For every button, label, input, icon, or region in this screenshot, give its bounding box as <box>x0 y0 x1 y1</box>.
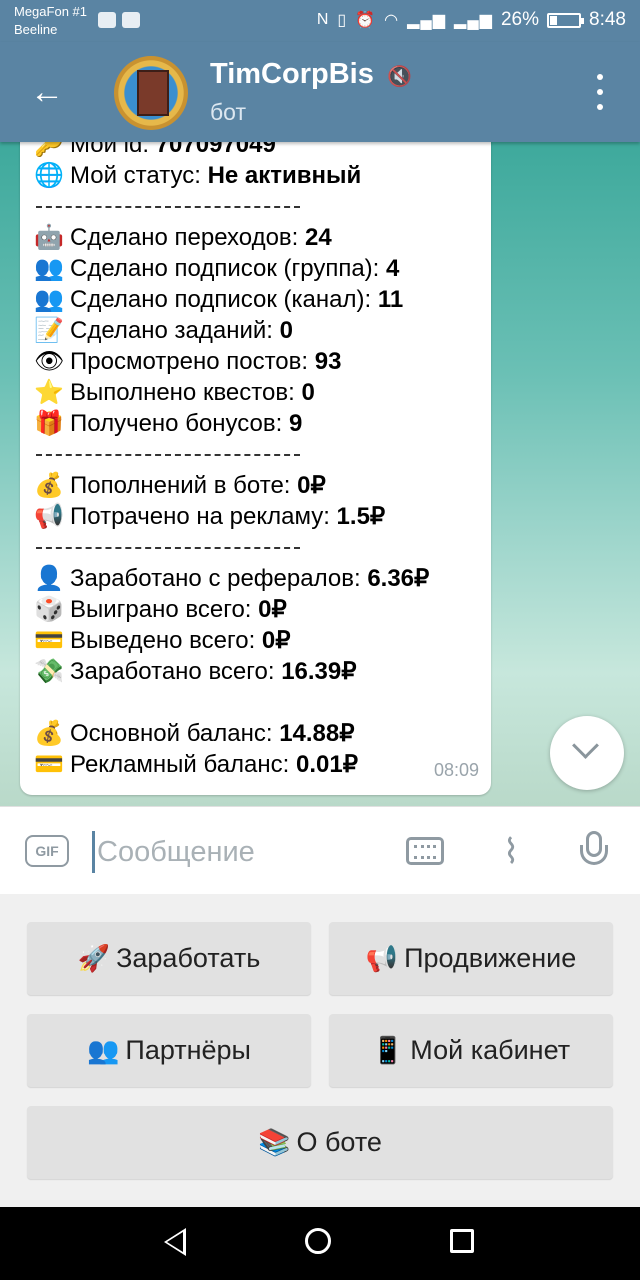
money-wings-icon: 💸 <box>34 658 64 685</box>
message-bubble[interactable]: 🔑 Мой id: 707097049 🌐 Мой статус: Не актив… <box>20 142 491 795</box>
chat-title[interactable]: TimCorpBis <box>210 58 374 91</box>
system-indicators: N ▯ ⏰ ◠ ▂▄▆ ▂▄▆ 26% 8:48 <box>317 9 626 31</box>
bot-keyboard: 🚀 Заработать 📢 Продвижение 👥 Партнёры 📱 … <box>0 894 640 1207</box>
signal-icon-2: ▂▄▆ <box>454 12 493 29</box>
megaphone-icon: 📢 <box>34 503 64 530</box>
promotion-button[interactable]: 📢 Продвижение <box>329 922 613 995</box>
memo-icon: 📝 <box>34 317 64 344</box>
money-bag-icon: 💰 <box>34 472 64 499</box>
separator <box>36 547 300 549</box>
message-input[interactable] <box>92 831 389 873</box>
clock: 8:48 <box>589 9 626 30</box>
nav-recents-icon[interactable] <box>450 1229 474 1253</box>
about-bot-button[interactable]: 📚 О боте <box>27 1106 613 1179</box>
people-icon: 👥 <box>34 255 64 282</box>
my-cabinet-button[interactable]: 📱 Мой кабинет <box>329 1014 613 1087</box>
phone-icon: 📱 <box>371 1035 405 1065</box>
keyboard-icon[interactable] <box>406 837 444 865</box>
chat-subtitle: бот <box>210 99 246 125</box>
wifi-icon: ◠ <box>384 12 400 29</box>
status-bar: MegaFon #1 Beeline N ▯ ⏰ ◠ ▂▄▆ ▂▄▆ 26% 8… <box>0 0 640 42</box>
message-line: 🎲 Выиграно всего: 0₽ <box>34 596 287 623</box>
credit-card-icon: 💳 <box>34 751 64 778</box>
partners-button[interactable]: 👥 Партнёры <box>27 1014 311 1087</box>
rocket-icon: 🚀 <box>77 943 111 973</box>
message-line: 🤖 Сделано переходов: 24 <box>34 224 332 251</box>
message-line: 💳 Выведено всего: 0₽ <box>34 627 291 654</box>
megaphone-icon: 📢 <box>365 943 399 973</box>
nav-home-icon[interactable] <box>305 1228 331 1254</box>
person-icon: 👤 <box>34 565 64 592</box>
message-line: 🔑 Мой id: 707097049 <box>34 142 276 159</box>
vibrate-icon: ▯ <box>337 12 348 29</box>
building-icon <box>137 70 169 116</box>
notification-icons <box>98 12 140 28</box>
message-line: 👤 Заработано с рефералов: 6.36₽ <box>34 565 430 592</box>
message-line: 👁 Просмотрено постов: 93 <box>34 348 342 375</box>
attach-icon[interactable]: ⌇ <box>494 835 528 869</box>
shield-icon <box>122 12 140 28</box>
message-line: 💰 Основной баланс: 14.88₽ <box>34 720 355 747</box>
scroll-to-bottom-button[interactable] <box>550 716 624 790</box>
star-icon: ⭐ <box>34 379 64 406</box>
avatar[interactable] <box>114 56 188 130</box>
message-line: 💳 Рекламный баланс: 0.01₽ <box>34 751 358 778</box>
earn-button[interactable]: 🚀 Заработать <box>27 922 311 995</box>
activity-icon <box>98 12 116 28</box>
message-line: 💸 Заработано всего: 16.39₽ <box>34 658 357 685</box>
nfc-icon: N <box>316 11 330 28</box>
message-line: 📢 Потрачено на рекламу: 1.5₽ <box>34 503 386 530</box>
message-line: 🎁 Получено бонусов: 9 <box>34 410 303 437</box>
carrier-primary: MegaFon #1 <box>14 4 87 19</box>
separator <box>36 206 300 208</box>
message-line: ⭐ Выполнено квестов: 0 <box>34 379 315 406</box>
message-line: 📝 Сделано заданий: 0 <box>34 317 293 344</box>
credit-card-icon: 💳 <box>34 627 64 654</box>
message-line: 👥 Сделано подписок (канал): 11 <box>34 286 404 313</box>
battery-percent: 26% <box>500 9 540 30</box>
message-line: 👥 Сделано подписок (группа): 4 <box>34 255 400 282</box>
battery-icon <box>547 12 585 28</box>
carrier-secondary: Beeline <box>14 22 58 37</box>
more-options-icon[interactable] <box>590 74 610 110</box>
chevron-down-icon <box>572 732 599 759</box>
gift-icon: 🎁 <box>34 410 64 437</box>
microphone-icon[interactable] <box>580 831 608 877</box>
system-navigation-bar <box>0 1207 640 1280</box>
money-bag-icon: 💰 <box>34 720 64 747</box>
message-line: 💰 Пополнений в боте: 0₽ <box>34 472 326 499</box>
books-icon: 📚 <box>258 1127 291 1157</box>
muted-icon: 🔇 <box>387 66 412 88</box>
eye-icon: 👁 <box>34 348 65 375</box>
gif-button[interactable]: GIF <box>25 835 69 867</box>
chat-header: ← TimCorpBis 🔇 бот <box>0 42 640 142</box>
dice-icon: 🎲 <box>34 596 64 623</box>
people-icon: 👥 <box>34 286 64 313</box>
message-line: 🌐 Мой статус: Не активный <box>34 162 362 189</box>
message-composer: GIF ⌇ <box>0 806 640 895</box>
globe-icon: 🌐 <box>34 162 64 189</box>
robot-icon: 🤖 <box>34 224 64 251</box>
people-icon: 👥 <box>87 1035 120 1065</box>
separator <box>36 454 300 456</box>
nav-back-icon[interactable] <box>164 1228 186 1256</box>
chat-area[interactable]: 🔑 Мой id: 707097049 🌐 Мой статус: Не актив… <box>0 142 640 806</box>
back-arrow-icon[interactable]: ← <box>30 72 70 112</box>
alarm-icon: ⏰ <box>355 12 377 29</box>
key-icon: 🔑 <box>34 142 64 158</box>
message-time: 08:09 <box>433 760 479 780</box>
signal-icon: ▂▄▆ <box>407 12 447 29</box>
